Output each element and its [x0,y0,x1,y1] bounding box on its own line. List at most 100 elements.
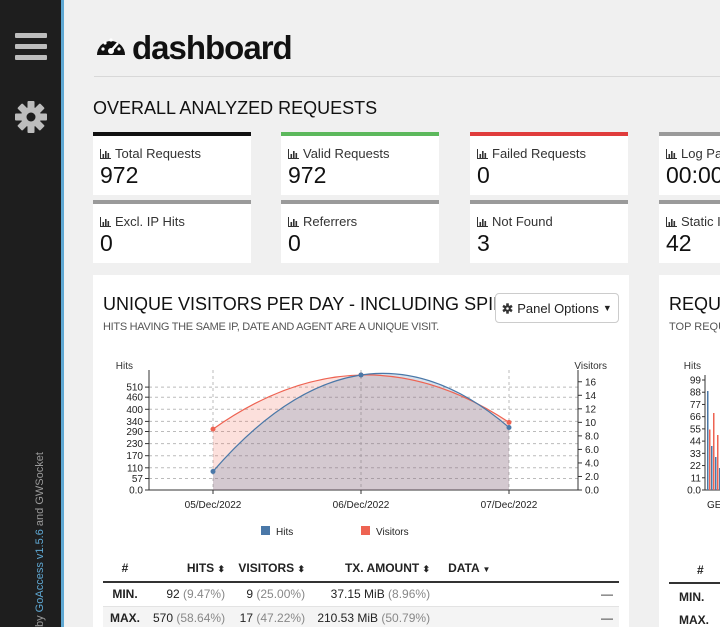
y-tick-label: 99 [690,376,702,387]
divider [94,76,720,77]
page-title: dashboard [94,28,293,68]
requests-chart: Hits 0.0 11223344 5566778899 GET /g [684,361,720,511]
y-tick-label: 0.0 [129,486,143,497]
y-axis-label: Hits [684,361,701,372]
metric-card: Failed Requests 0 [470,132,628,195]
tx-cell: 37.15 MiB (8.96%) [311,582,437,607]
credit-text: by GoAccess v1.5.6 and GWSocket [34,452,46,627]
col-tx-amount[interactable]: TX. AMOUNT ⬍ [311,555,437,583]
hits-point[interactable] [210,468,216,474]
y-tick-label: 22 [690,461,702,472]
panel-subtitle: HITS HAVING THE SAME IP, DATE AND AGENT … [103,321,439,333]
panel-title: REQU [669,294,720,314]
visitors-table: # HITS ⬍ VISITORS ⬍ TX. AMOUNT ⬍ DATA ▼ … [103,555,619,627]
metric-value: 3 [477,230,490,256]
row-label: MIN. [679,590,705,604]
bar[interactable] [709,429,711,491]
x-tick-label: 07/Dec/2022 [481,500,538,511]
y-tick-label: 510 [126,383,143,394]
bar[interactable] [717,435,719,490]
x-tick-label: 06/Dec/2022 [333,500,390,511]
metric-value: 972 [288,162,327,188]
x-tick-label: 05/Dec/2022 [185,500,242,511]
visitors-point[interactable] [506,419,512,425]
metric-card: Excl. IP Hits 0 [93,200,251,263]
bar-chart-icon [288,149,299,159]
y-tick-label: 55 [690,424,702,435]
row-label: MAX. [679,613,709,627]
metric-value: 0 [100,230,113,256]
gear-icon[interactable] [14,100,48,134]
y-tick-label: 77 [690,400,702,411]
bar-chart-icon [477,217,488,227]
y-axis-label: Hits [116,361,133,372]
y-tick-label: 110 [127,463,143,474]
legend-swatch-hits [261,526,270,535]
visitors-cell: 9 (25.00%) [231,582,312,607]
metric-card: Log Pa 00:00 [659,132,720,195]
caret-down-icon: ▼ [482,565,491,574]
metric-label: Referrers [288,214,357,229]
y-tick-label: 460 [126,393,143,404]
table-row: MIN. 92 (9.47%) 9 (25.00%) 37.15 MiB (8.96%… [103,582,619,607]
bar-chart-icon [100,149,111,159]
y2-tick-label: 6.0 [585,445,599,456]
panel-options-button[interactable]: Panel Options ▼ [495,293,619,323]
sort-icon: ⬍ [422,564,431,574]
tx-cell: 210.53 MiB (50.79%) [311,606,437,627]
goaccess-link[interactable]: GoAccess [34,562,46,612]
col-data[interactable]: DATA ▼ [436,555,619,583]
metric-value: 0 [288,230,301,256]
bar-chart-icon [100,217,111,227]
metric-label: Static I [666,214,720,229]
y2-tick-label: 14 [585,391,597,402]
panel-title: UNIQUE VISITORS PER DAY - INCLUDING SPID… [103,294,544,314]
bar[interactable] [707,391,709,490]
y2-tick-label: 16 [585,377,597,388]
y-tick-label: 0.0 [687,486,701,497]
data-cell: — [436,606,619,627]
metric-card: Static I 42 [659,200,720,263]
col-hits[interactable]: HITS ⬍ [153,555,232,583]
y-tick-label: 290 [126,427,143,438]
bar[interactable] [715,457,717,490]
menu-icon[interactable] [15,33,47,61]
y2-tick-label: 12 [585,404,597,415]
bar-chart-icon [477,149,488,159]
col-visitors[interactable]: VISITORS ⬍ [231,555,312,583]
metric-value: 972 [100,162,139,188]
x-tick-label: GET /g [707,500,720,511]
main: dashboard OVERALL ANALYZED REQUESTS Tota… [64,0,720,627]
sort-icon: ⬍ [217,564,226,574]
hits-cell: 570 (58.64%) [153,606,232,627]
y-tick-label: 11 [691,473,702,484]
metric-value: 42 [666,230,692,256]
y-tick-label: 170 [126,451,143,462]
visitors-point[interactable] [210,426,216,432]
metric-label: Not Found [477,214,553,229]
gwsocket-link[interactable]: GWSocket [34,452,46,505]
metric-label: Excl. IP Hits [100,214,185,229]
visitors-panel: UNIQUE VISITORS PER DAY - INCLUDING SPID… [93,275,629,627]
visitors-chart: Hits Visitors0.05711017023029034040046051… [116,361,607,538]
caret-down-icon: ▼ [602,303,612,313]
y2-tick-label: 0.0 [585,486,599,497]
metric-value: 00:00 [666,162,720,188]
row-label: MIN. [103,582,153,607]
col-index: # [103,555,153,583]
hits-area [213,373,509,490]
y-tick-label: 33 [690,449,702,460]
sort-icon: ⬍ [297,564,306,574]
bar[interactable] [713,413,715,490]
legend-label-visitors[interactable]: Visitors [376,527,409,538]
legend-label-hits[interactable]: Hits [276,527,293,538]
y-tick-label: 88 [690,388,702,399]
table-row: MAX. 570 (58.64%) 17 (47.22%) 210.53 MiB (5… [103,606,619,627]
metric-label: Failed Requests [477,146,586,161]
hits-point[interactable] [358,372,364,378]
table-divider [669,582,720,584]
table-header: # [697,563,704,577]
bar[interactable] [711,446,713,490]
hits-point[interactable] [506,424,512,430]
bar-chart-icon [666,149,677,159]
